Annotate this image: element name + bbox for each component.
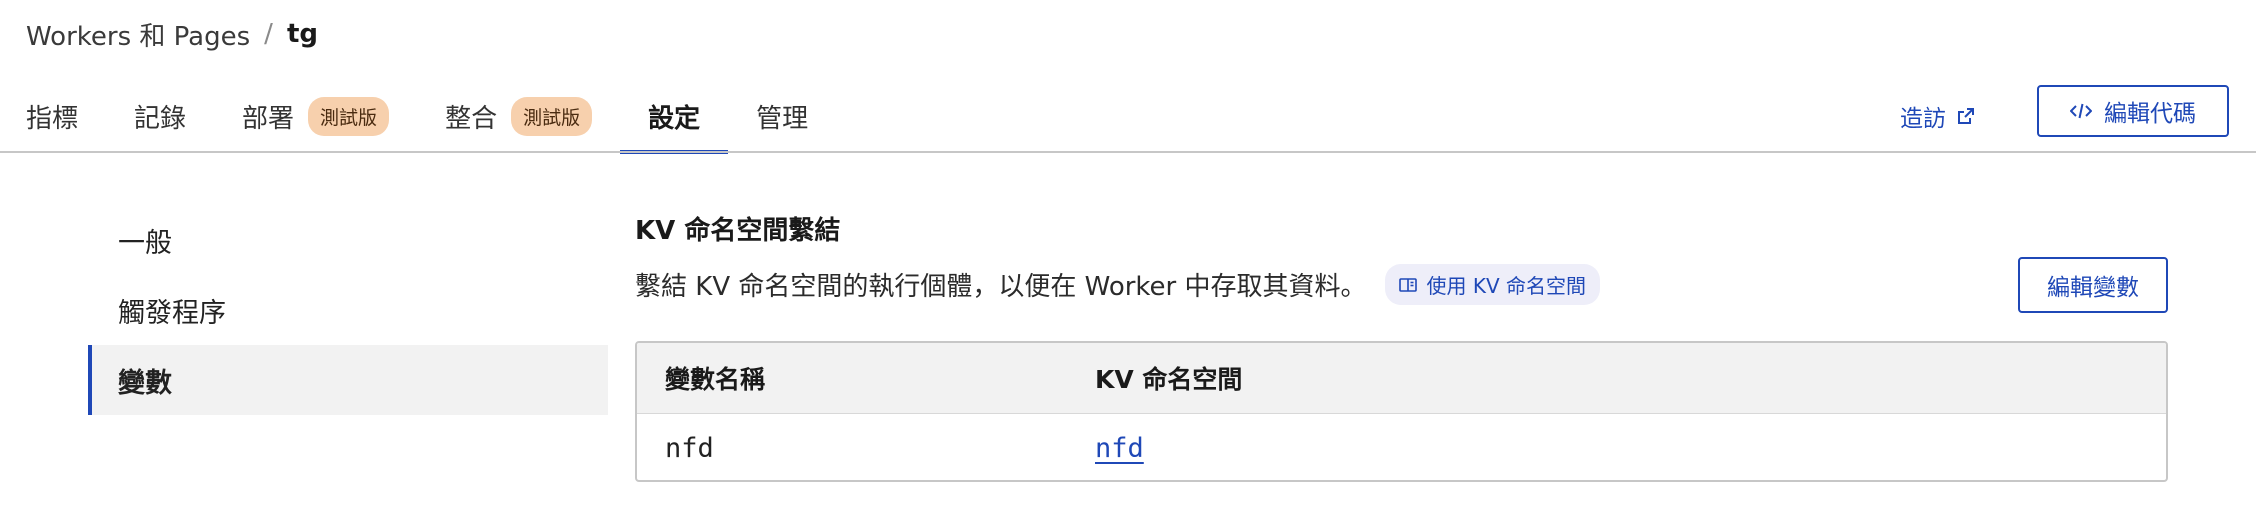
sidebar-item-triggers[interactable]: 觸發程序 [88,275,608,345]
tab-label: 整合 [445,103,498,134]
section-description: 繫結 KV 命名空間的執行個體，以便在 Worker 中存取其資料。 [635,272,1367,302]
tab-logs[interactable]: 記錄 [106,80,214,152]
code-icon [2070,101,2092,121]
breadcrumb-current: tg [286,19,318,49]
header-kv-namespace: KV 命名空間 [1095,365,1243,394]
edit-variables-button[interactable]: 編輯變數 [2018,257,2168,313]
sidebar-item-label: 變數 [118,367,172,399]
tab-integrations[interactable]: 整合 測試版 [417,80,620,152]
table-header: 變數名稱 KV 命名空間 [637,343,2166,414]
tab-manage[interactable]: 管理 [728,80,836,152]
kv-docs-label: 使用 KV 命名空間 [1426,274,1587,298]
page-root: Workers 和 Pages / tg 指標 記錄 部署 測試版 整合 測試版… [0,0,2256,514]
kv-docs-link[interactable]: 使用 KV 命名空間 [1384,264,1601,305]
table-row: nfd nfd [637,414,2166,480]
visit-link[interactable]: 造訪 [1900,92,1976,140]
section-title: KV 命名空間繫結 [635,216,841,246]
sidebar-item-variables[interactable]: 變數 [88,345,608,415]
section-description-row: 繫結 KV 命名空間的執行個體，以便在 Worker 中存取其資料。 使用 KV… [635,264,1601,305]
breadcrumb: Workers 和 Pages / tg [26,14,318,54]
breadcrumb-parent[interactable]: Workers 和 Pages [26,16,250,53]
tab-deployments[interactable]: 部署 測試版 [214,80,417,152]
breadcrumb-separator: / [264,19,273,49]
external-link-icon [1956,106,1976,126]
tab-metrics[interactable]: 指標 [0,80,106,152]
header-variable-name: 變數名稱 [665,365,766,394]
settings-sidebar: 一般 觸發程序 變數 [88,205,608,415]
kv-bindings-table: 變數名稱 KV 命名空間 nfd nfd [635,341,2168,482]
tab-label: 部署 [242,103,295,134]
visit-label: 造訪 [1900,106,1946,132]
edit-code-label: 編輯代碼 [2104,101,2196,127]
edit-code-button[interactable]: 編輯代碼 [2037,85,2229,137]
tab-bar: 指標 記錄 部署 測試版 整合 測試版 設定 管理 [0,80,836,154]
sidebar-item-label: 觸發程序 [118,297,226,329]
tab-settings[interactable]: 設定 [620,80,729,154]
tab-label: 設定 [648,103,701,134]
kv-namespace-link[interactable]: nfd [1095,433,1144,464]
sidebar-item-label: 一般 [118,227,172,259]
beta-badge: 測試版 [511,96,593,136]
book-icon [1398,277,1417,293]
tab-label: 管理 [756,103,809,134]
variable-name-cell: nfd [665,433,714,464]
beta-badge: 測試版 [308,96,390,136]
sidebar-item-general[interactable]: 一般 [88,205,608,275]
tab-divider [0,151,2256,153]
tab-label: 指標 [26,103,79,134]
tab-label: 記錄 [134,103,187,134]
edit-variables-label: 編輯變數 [2047,275,2139,301]
